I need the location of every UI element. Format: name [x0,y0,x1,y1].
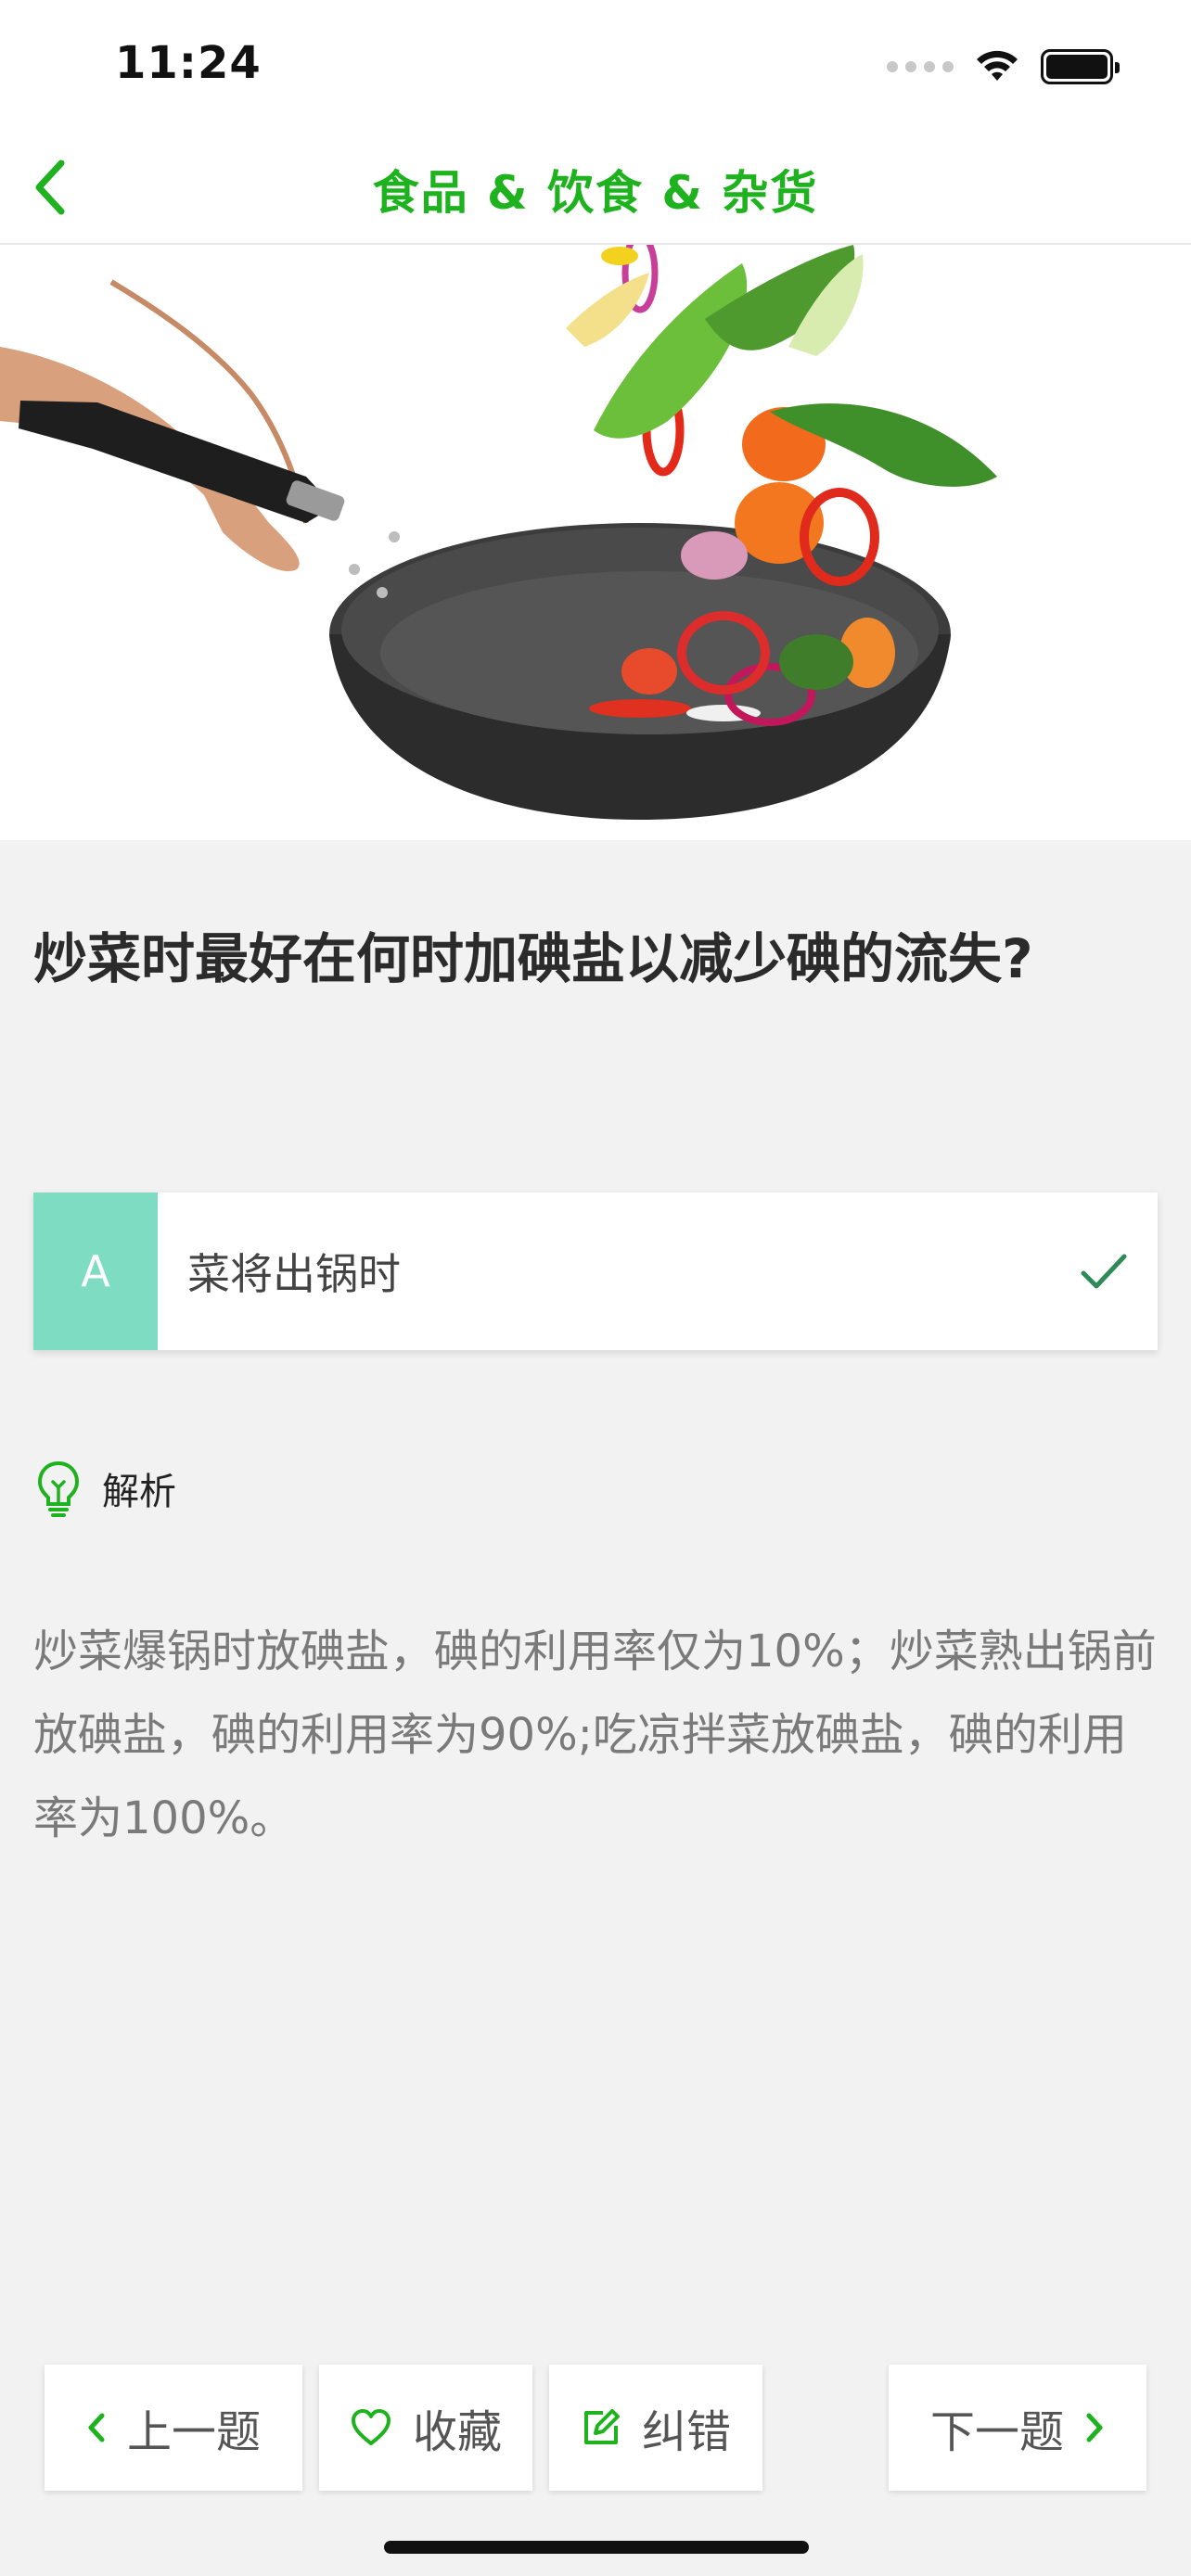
wok-illustration [0,245,997,820]
chevron-left-icon [88,2413,105,2442]
option-letter: A [33,1192,158,1350]
battery-icon [1041,49,1120,84]
status-icons [887,48,1120,85]
wifi-icon [977,50,1018,81]
signal-icon [887,61,954,72]
answer-option-a[interactable]: A 菜将出锅时 [33,1192,1158,1350]
prev-question-label: 上一题 [126,2406,261,2458]
analysis-text: 炒菜爆锅时放碘盐，碘的利用率仅为10%；炒菜熟出锅前放碘盐，碘的利用率为90%;… [33,1626,1157,1844]
home-indicator [384,2541,809,2554]
page-title: 食品 & 饮食 & 杂货 [372,166,819,220]
next-question-label: 下一题 [929,2406,1064,2458]
hero-image [0,245,1191,840]
heart-icon [351,2409,391,2445]
checkmark-icon [1081,1254,1127,1289]
edit-icon [583,2409,620,2444]
favorite-label: 收藏 [412,2406,502,2458]
question-text: 炒菜时最好在何时加碘盐以减少碘的流失? [33,927,1033,990]
lightbulb-icon [37,1460,80,1517]
report-error-button[interactable]: 纠错 [549,2365,762,2491]
option-text: 菜将出锅时 [187,1249,401,1299]
status-bar: 11:24 [0,0,1191,130]
nav-bar: 食品 & 饮食 & 杂货 [0,130,1191,245]
favorite-button[interactable]: 收藏 [319,2365,532,2491]
next-question-button[interactable]: 下一题 [889,2365,1146,2491]
prev-question-button[interactable]: 上一题 [45,2365,302,2491]
status-time: 11:24 [115,37,262,89]
chevron-right-icon [1086,2413,1103,2442]
analysis-label: 解析 [102,1471,176,1513]
analysis-header: 解析 [33,1460,176,1517]
report-error-label: 纠错 [641,2406,731,2458]
